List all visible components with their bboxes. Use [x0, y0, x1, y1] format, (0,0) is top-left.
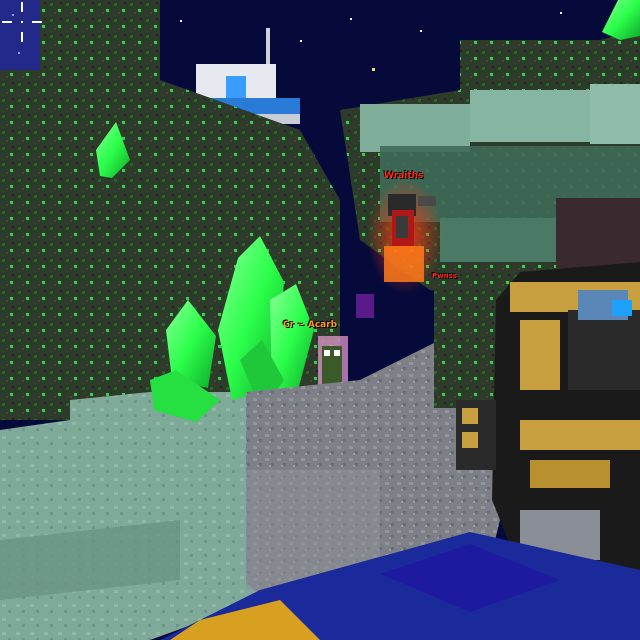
enemy-player-3 [356, 294, 374, 318]
mint-ground [0, 392, 260, 640]
game-viewport[interactable]: Wraiths Cr ~ Acarb Pwnss [0, 0, 640, 640]
enemy-player-2 [318, 336, 348, 386]
game-world [0, 0, 640, 640]
crosshair-icon [2, 2, 42, 42]
